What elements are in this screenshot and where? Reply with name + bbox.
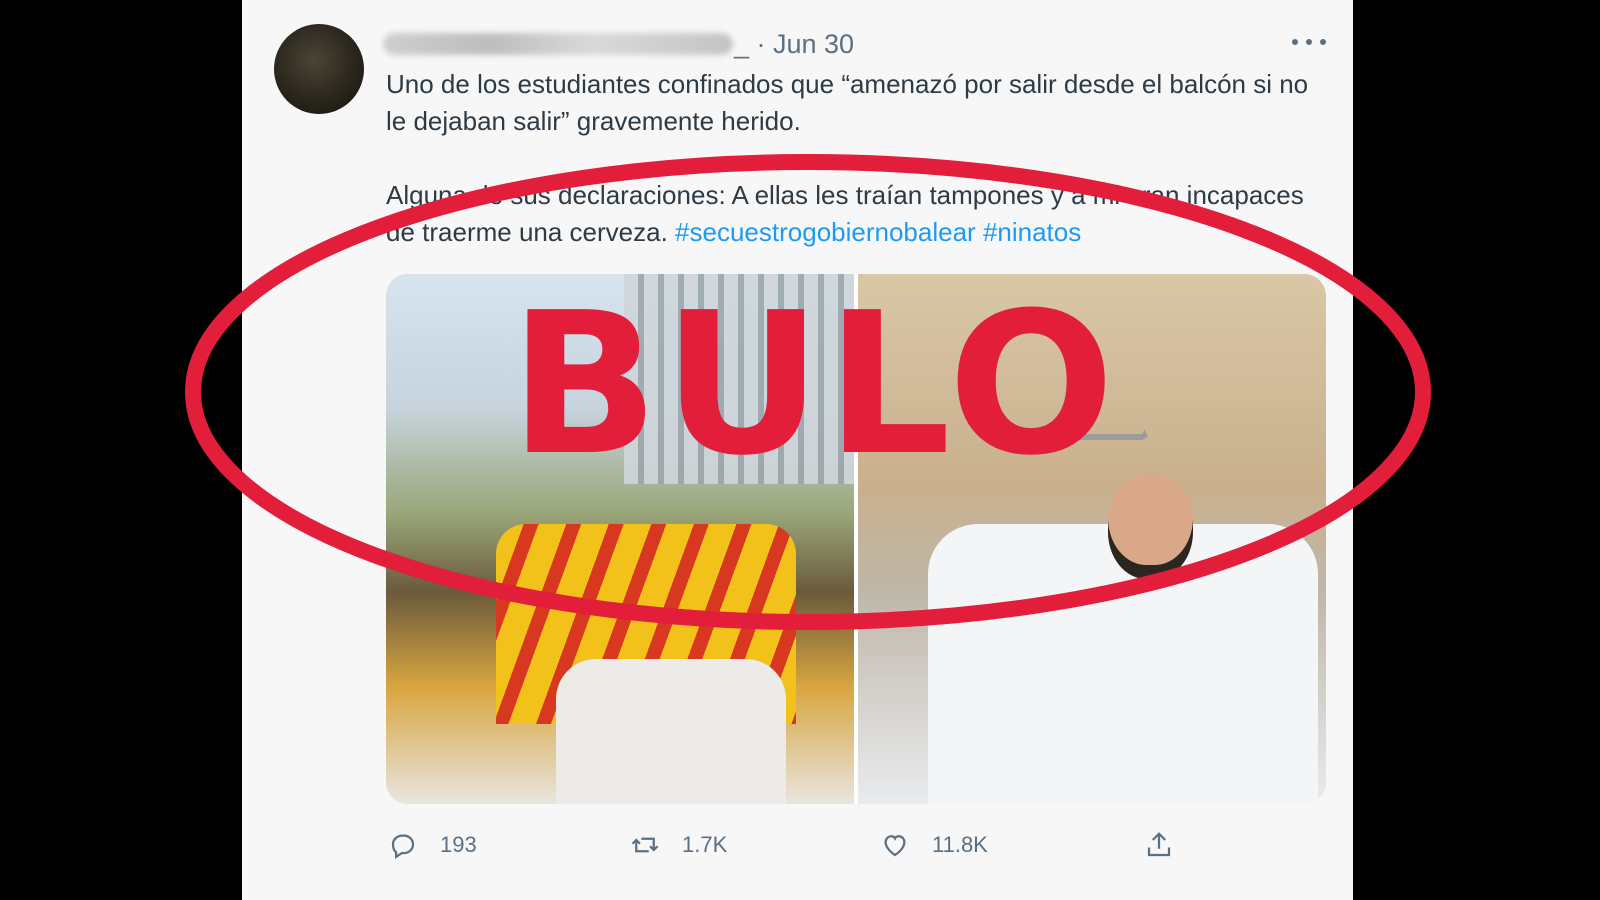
reply-icon [391, 834, 415, 859]
tweet-date[interactable]: _ · Jun 30 [734, 27, 854, 61]
share-icon [1147, 832, 1171, 857]
tweet-text-line2: Alguna de sus declaraciones: A ellas les… [386, 177, 1326, 251]
photo-shirt [556, 659, 786, 804]
retweet-count: 1.7K [682, 832, 728, 857]
retweet-button[interactable]: 1.7K [630, 830, 727, 860]
more-dots-icon[interactable] [1292, 30, 1326, 54]
stamp-label: BULO [509, 271, 1119, 499]
share-button[interactable] [1144, 830, 1196, 860]
reply-button[interactable]: 193 [388, 830, 477, 860]
tweet-text-line1: Uno de los estudiantes confinados que “a… [386, 69, 1309, 136]
hashtag-link[interactable]: #ninatos [983, 217, 1081, 247]
avatar[interactable] [274, 24, 364, 114]
like-button[interactable]: 11.8K [880, 830, 988, 860]
blurred-username [383, 33, 733, 55]
retweet-icon [631, 837, 659, 853]
hashtag-link[interactable]: #secuestrogobiernobalear [675, 217, 976, 247]
like-count: 11.8K [932, 832, 988, 857]
heart-icon [884, 835, 906, 857]
reply-count: 193 [440, 832, 477, 857]
